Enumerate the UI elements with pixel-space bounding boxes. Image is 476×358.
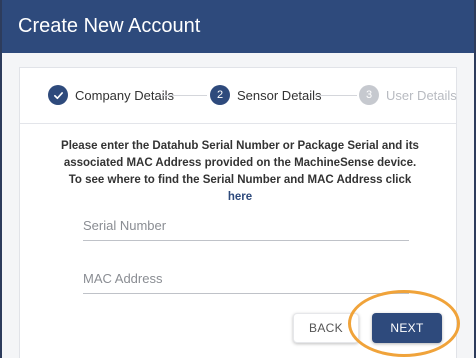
create-account-dialog: Create New Account Company Details 2 Sen… (0, 0, 476, 358)
serial-number-input[interactable] (83, 211, 409, 240)
stepper: Company Details 2 Sensor Details 3 User … (20, 68, 457, 124)
step-user-details[interactable]: 3 User Details (359, 83, 457, 107)
step-number-badge: 3 (359, 85, 379, 105)
step-sensor-details[interactable]: 2 Sensor Details (210, 83, 322, 107)
step-connector (316, 95, 357, 96)
instructions-text: Please enter the Datahub Serial Number o… (60, 138, 420, 206)
step-label: User Details (386, 87, 457, 103)
step-company-details[interactable]: Company Details (48, 83, 174, 107)
step-number-badge: 2 (210, 85, 230, 105)
step-label: Sensor Details (237, 87, 322, 103)
back-button[interactable]: BACK (293, 313, 359, 343)
mac-address-field (83, 264, 409, 294)
dialog-title: Create New Account (2, 0, 474, 53)
step-label: Company Details (75, 87, 174, 103)
here-link[interactable]: here (228, 191, 252, 203)
step-connector (163, 95, 207, 96)
mac-address-input[interactable] (83, 264, 409, 293)
form-card: Company Details 2 Sensor Details 3 User … (19, 67, 457, 358)
check-icon (48, 85, 68, 105)
serial-number-field (83, 211, 409, 241)
next-button[interactable]: NEXT (372, 313, 442, 343)
instructions-body: Please enter the Datahub Serial Number o… (61, 140, 419, 186)
